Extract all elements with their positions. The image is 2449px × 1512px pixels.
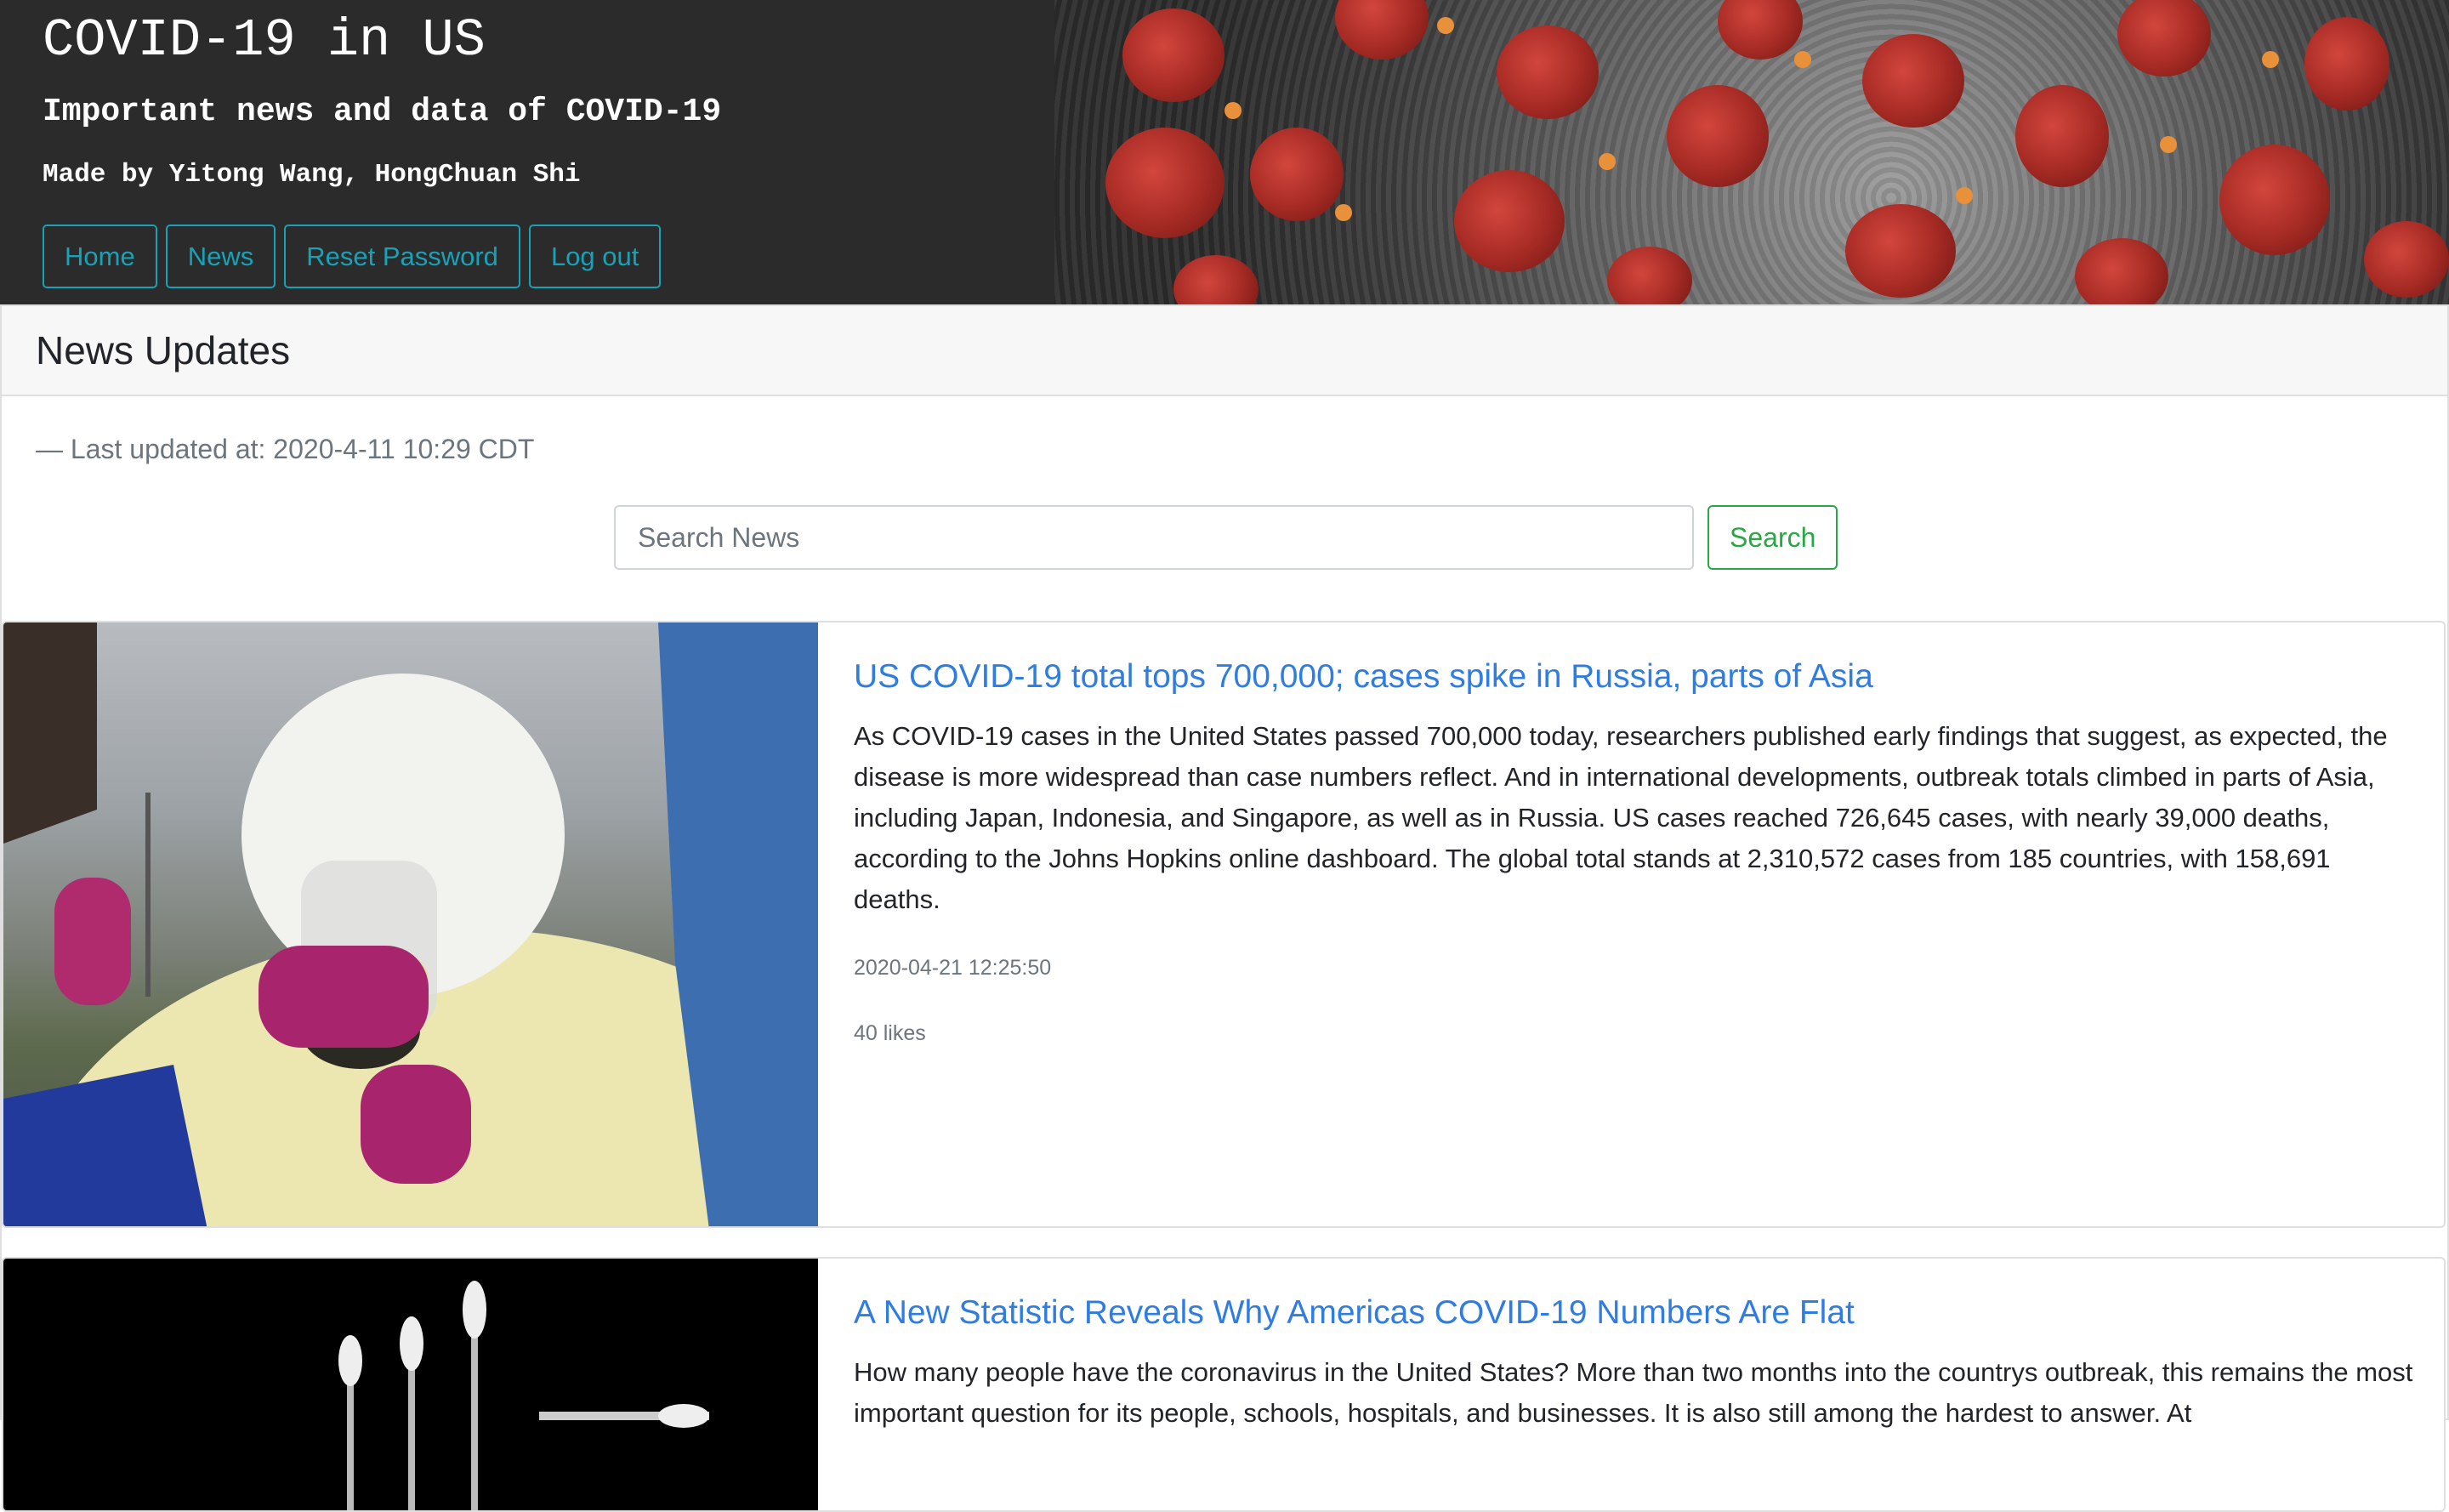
swab-sticks-photo bbox=[338, 1281, 709, 1510]
article-body: US COVID-19 total tops 700,000; cases sp… bbox=[854, 622, 2418, 1046]
site-title: COVID-19 in US bbox=[43, 10, 486, 71]
virus-banner-image bbox=[1054, 0, 2449, 304]
site-header: COVID-19 in US Important news and data o… bbox=[0, 0, 2449, 304]
site-authors: Made by Yitong Wang, HongChuan Shi bbox=[43, 160, 581, 190]
news-article: A New Statistic Reveals Why Americas COV… bbox=[2, 1257, 2446, 1512]
article-title-link[interactable]: US COVID-19 total tops 700,000; cases sp… bbox=[854, 658, 2418, 696]
site-subtitle: Important news and data of COVID-19 bbox=[43, 94, 722, 130]
news-card-header: News Updates bbox=[2, 306, 2447, 396]
main-nav: Home News Reset Password Log out bbox=[43, 225, 662, 288]
search-input[interactable] bbox=[614, 505, 1694, 570]
article-date: 2020-04-21 12:25:50 bbox=[854, 956, 1052, 980]
article-title-link[interactable]: A New Statistic Reveals Why Americas COV… bbox=[854, 1294, 2418, 1332]
news-article: US COVID-19 total tops 700,000; cases sp… bbox=[2, 621, 2446, 1228]
health-worker-testing-photo bbox=[3, 622, 818, 1226]
article-body: A New Statistic Reveals Why Americas COV… bbox=[854, 1259, 2418, 1434]
article-image bbox=[3, 1259, 818, 1510]
search-button[interactable]: Search bbox=[1707, 505, 1838, 570]
nav-logout-button[interactable]: Log out bbox=[528, 225, 662, 288]
last-updated-text: — Last updated at: 2020-4-11 10:29 CDT bbox=[36, 434, 535, 464]
article-summary: As COVID-19 cases in the United States p… bbox=[854, 721, 2388, 914]
search-bar: Search bbox=[614, 505, 1838, 570]
nav-reset-password-button[interactable]: Reset Password bbox=[284, 225, 520, 288]
nav-home-button[interactable]: Home bbox=[43, 225, 157, 288]
news-heading: News Updates bbox=[36, 328, 291, 372]
nav-news-button[interactable]: News bbox=[165, 225, 276, 288]
article-likes: 40 likes bbox=[854, 1021, 926, 1045]
article-summary: How many people have the coronavirus in … bbox=[854, 1357, 2413, 1428]
article-image bbox=[3, 622, 818, 1226]
